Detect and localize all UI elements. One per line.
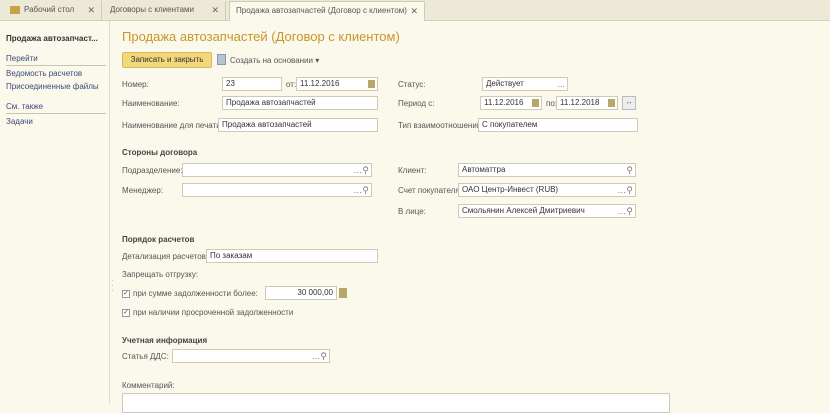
page-title: Продажа автозапчастей (Договор с клиенто… [122,29,400,44]
dds-field[interactable]: …⚲ [172,349,330,363]
calendar-icon[interactable] [532,99,539,107]
calendar-icon[interactable] [608,99,615,107]
detail-field[interactable]: По заказам [206,249,378,263]
person-label: В лице: [398,207,426,216]
detail-label: Детализация расчетов: [122,252,209,261]
close-icon[interactable]: ✕ [87,1,95,19]
status-label: Статус: [398,80,426,89]
person-field[interactable]: Смольянин Алексей Дмитриевич …⚲ [458,204,636,218]
calculator-icon[interactable] [339,288,347,298]
select-button[interactable]: ... [557,78,565,90]
search-icon[interactable]: …⚲ [617,184,633,196]
payments-header: Порядок расчетов [122,235,195,244]
comment-field[interactable] [122,393,670,413]
divider [6,113,106,114]
debt-check-label: при сумме задолженности более: [133,289,258,298]
debt-amount-field[interactable]: 30 000,00 [265,286,337,300]
search-icon[interactable]: …⚲ [617,205,633,217]
overdue-check-label: при наличии просроченной задолженности [133,308,294,317]
name-field[interactable]: Продажа автозапчастей [222,96,378,110]
print-name-label: Наименование для печати: [122,121,223,130]
sidebar-goto: Перейти [6,54,38,63]
period-from-field[interactable]: 11.12.2016 [480,96,542,110]
search-icon[interactable]: ⚲ [626,164,633,176]
manager-label: Менеджер: [122,186,164,195]
number-field[interactable]: 23 [222,77,282,91]
sidebar-see-also: См. также [6,102,44,111]
sidebar-item-tasks[interactable]: Задачи [6,117,33,126]
search-icon[interactable]: …⚲ [353,164,369,176]
status-field[interactable]: Действует... [482,77,568,91]
from-label: от: [286,80,297,89]
print-name-field[interactable]: Продажа автозапчастей [218,118,378,132]
forbid-label: Запрещать отгрузку: [122,270,199,279]
comment-label: Комментарий: [122,381,175,390]
tab-current-contract[interactable]: Продажа автозапчастей (Договор с клиенто… [229,1,425,21]
period-select-button[interactable]: ↔ [622,96,636,110]
save-icon[interactable] [217,54,226,65]
number-label: Номер: [122,80,149,89]
client-field[interactable]: Автоматтра ⚲ [458,163,636,177]
tab-desktop[interactable]: Рабочий стол ✕ [4,1,102,21]
manager-field[interactable]: …⚲ [182,183,372,197]
relation-label: Тип взаимоотношений: [398,121,484,130]
create-based-menu[interactable]: Создать на основании ▾ [230,56,319,65]
overdue-checkbox[interactable]: ✓ [122,309,130,317]
debt-checkbox[interactable]: ✓ [122,290,130,298]
client-label: Клиент: [398,166,427,175]
account-field[interactable]: ОАО Центр-Инвест (RUB) …⚲ [458,183,636,197]
sidebar-item-files[interactable]: Присоединенные файлы [6,82,99,91]
sidebar-title: Продажа автозапчаст... [6,34,98,43]
division-field[interactable]: …⚲ [182,163,372,177]
period-to-field[interactable]: 11.12.2018 [556,96,618,110]
home-icon [10,5,20,14]
account-label: Счет покупателя: [398,186,462,195]
search-icon[interactable]: …⚲ [311,350,327,362]
tab-contracts[interactable]: Договоры с клиентами ✕ [104,1,226,21]
name-label: Наименование: [122,99,180,108]
divider [6,65,106,66]
division-label: Подразделение: [122,166,183,175]
save-close-button[interactable]: Записать и закрыть [122,52,212,68]
calendar-icon[interactable] [368,80,375,88]
search-icon[interactable]: …⚲ [353,184,369,196]
sidebar: Продажа автозапчаст... Перейти Ведомость… [0,21,110,404]
close-icon[interactable]: ✕ [410,2,418,20]
parties-header: Стороны договора [122,148,198,157]
close-icon[interactable]: ✕ [211,1,219,19]
accounting-header: Учетная информация [122,336,208,345]
date-field[interactable]: 11.12.2016 [296,77,378,91]
splitter-handle[interactable]: · · · [111,277,114,295]
relation-field[interactable]: С покупателем [478,118,638,132]
dds-label: Статья ДДС: [122,352,169,361]
tab-bar: Рабочий стол ✕ Договоры с клиентами ✕ Прод… [0,0,830,21]
sidebar-item-payments[interactable]: Ведомость расчетов [6,69,82,78]
period-label: Период с: [398,99,435,108]
